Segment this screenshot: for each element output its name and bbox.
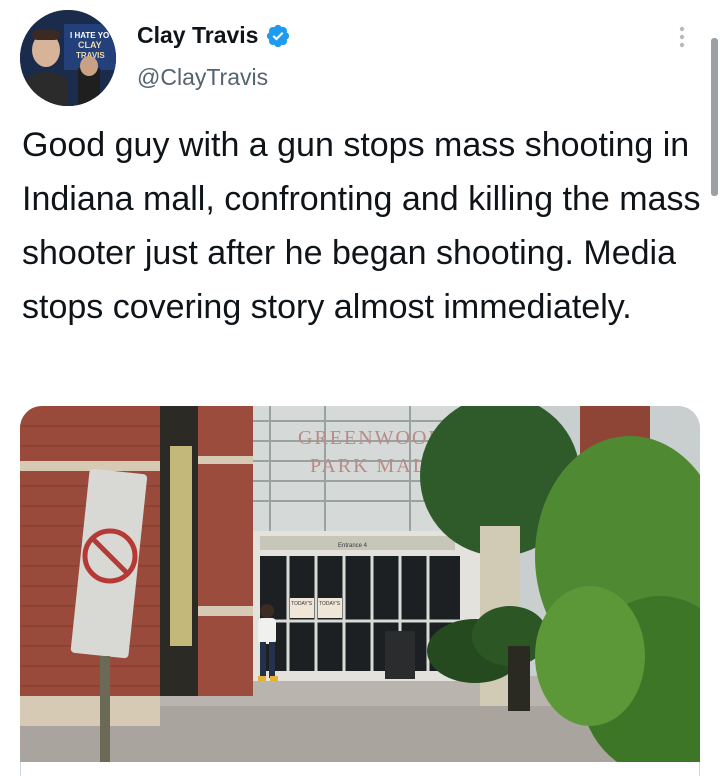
author-avatar[interactable]: I HATE YO CLAY TRAVIS	[20, 10, 116, 106]
author-handle[interactable]: @ClayTravis	[137, 64, 268, 91]
poster-left: TODAY'S	[291, 601, 313, 607]
scrollbar[interactable]	[711, 38, 718, 196]
avatar-sign-line2: CLAY	[78, 40, 102, 50]
avatar-sign-line1: I HATE YO	[70, 31, 109, 40]
poster-right: TODAY'S	[319, 601, 341, 607]
more-options-icon[interactable]	[675, 24, 689, 50]
tweet-text: Good guy with a gun stops mass shooting …	[22, 126, 701, 326]
tweet-media-image[interactable]: GREENWOOD PARK MALL Entrance 4 TODAY'S T…	[20, 406, 700, 766]
mall-sign-line1: GREENWOOD	[298, 427, 445, 449]
entrance-label: Entrance 4	[338, 543, 368, 549]
media-card-bottom-edge	[20, 762, 700, 776]
author-name[interactable]: Clay Travis	[137, 22, 258, 49]
verified-badge-icon	[267, 24, 290, 47]
